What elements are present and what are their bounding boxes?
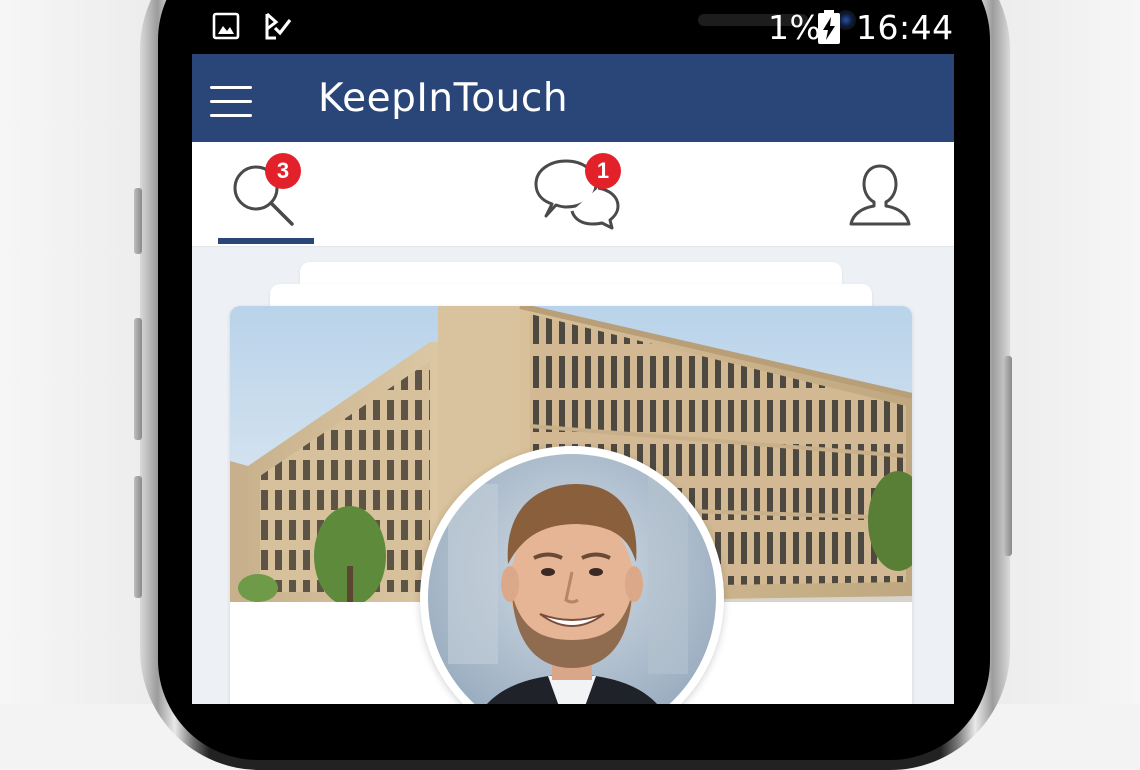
clock: 16:44 bbox=[856, 8, 954, 47]
messages-badge: 1 bbox=[585, 153, 621, 189]
search-badge: 3 bbox=[265, 153, 301, 189]
phone-notch bbox=[372, 0, 856, 58]
app-title: KeepInTouch bbox=[318, 76, 569, 121]
background-right bbox=[990, 0, 1140, 704]
gallery-icon bbox=[212, 12, 240, 45]
profile-photo bbox=[428, 454, 716, 704]
tab-profile[interactable] bbox=[812, 142, 954, 246]
phone-power-button bbox=[1004, 356, 1012, 556]
tab-bar: 3 1 bbox=[192, 142, 954, 247]
tab-messages[interactable]: 1 bbox=[502, 142, 652, 246]
active-tab-indicator bbox=[218, 238, 314, 244]
user-icon bbox=[848, 162, 912, 233]
hamburger-menu-icon[interactable] bbox=[210, 84, 254, 118]
check-icon bbox=[264, 12, 292, 45]
tab-search[interactable]: 3 bbox=[192, 142, 342, 246]
phone-side-button bbox=[134, 188, 142, 254]
phone-volume-up bbox=[134, 318, 142, 440]
battery-percent: 1% bbox=[768, 8, 822, 47]
phone-screen: 1% 16:44 KeepInTouch 3 1 bbox=[192, 0, 954, 704]
app-bar: KeepInTouch bbox=[192, 54, 954, 142]
phone-volume-down bbox=[134, 476, 142, 598]
battery-charging-icon bbox=[818, 10, 840, 49]
